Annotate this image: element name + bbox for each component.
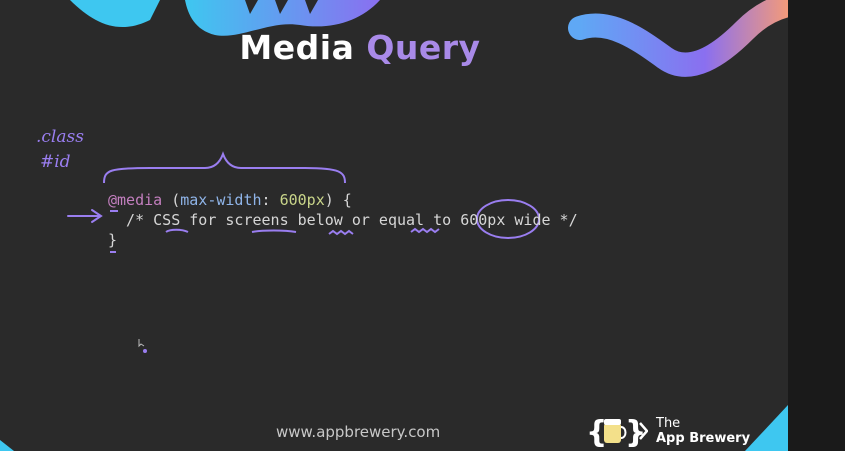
curly-braces-mug-icon: { } xyxy=(586,415,648,450)
code-close-paren-brace: ) { xyxy=(324,191,352,209)
brand-text: The App Brewery xyxy=(656,416,750,446)
brand-the: The xyxy=(656,416,681,431)
code-block: @media (max-width: 600px) { /* CSS for s… xyxy=(108,190,578,250)
code-open-paren: ( xyxy=(171,191,181,209)
code-closing-brace: } xyxy=(108,231,118,249)
code-colon: : xyxy=(261,191,271,209)
brand-logo: { } The App Brewery xyxy=(586,411,750,451)
note-class: .class xyxy=(36,127,84,147)
code-value: 600px xyxy=(279,191,325,209)
svg-text:}: } xyxy=(625,415,646,450)
presentation-slide: Media Query .class #id @media (max-width… xyxy=(0,0,788,451)
brand-name: App Brewery xyxy=(656,431,751,446)
cursor-icon xyxy=(138,339,147,353)
code-comment: /* CSS for screens below or equal to 600… xyxy=(108,211,578,229)
code-property: max-width xyxy=(180,191,262,209)
arrow-mark xyxy=(67,209,103,223)
video-right-bar xyxy=(788,0,845,451)
note-id: #id xyxy=(40,152,71,172)
footer-url: www.appbrewery.com xyxy=(276,423,441,441)
curly-brace-mark xyxy=(103,151,346,184)
code-at-media: @media xyxy=(108,191,163,209)
